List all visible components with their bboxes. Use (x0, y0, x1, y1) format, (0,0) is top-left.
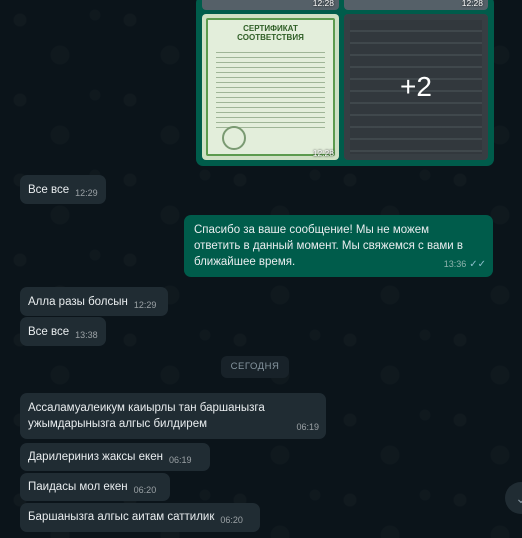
message-text: Алла разы болсын (28, 296, 128, 308)
message-text-line: ближайшее время. (194, 256, 296, 268)
message-text: Все все (28, 326, 70, 338)
message-text: Все все (28, 184, 70, 196)
album-thumb-top-right[interactable]: 12:28 (344, 0, 488, 10)
certificate-seal (222, 126, 246, 150)
message-time: 13:36 (443, 259, 467, 269)
message-text: Баршанызга алгыс аитам саттилик (28, 511, 215, 523)
date-divider: СЕГОДНЯ (221, 356, 289, 378)
message-incoming[interactable]: Все все 13:38 (20, 317, 106, 346)
message-incoming[interactable]: Баршанызга алгыс аитам саттилик 06:20 (20, 503, 260, 532)
message-meta: 13:36 ✓✓ (444, 256, 486, 273)
message-time: 06:19 (168, 455, 192, 465)
certificate-text-lines (216, 48, 325, 128)
message-text-line: ужымдарынызга алгыс билдирем (28, 418, 207, 430)
double-check-icon: ✓✓ (469, 259, 486, 270)
message-incoming[interactable]: Все все 12:29 (20, 175, 106, 204)
message-time: 06:19 (296, 422, 319, 432)
more-media-count: +2 (344, 14, 488, 160)
message-text-line: Ассаламуалеикум каиырлы тан баршанызга (28, 402, 265, 414)
message-time: 06:20 (133, 485, 157, 495)
message-time: 12:29 (75, 188, 98, 198)
thumb-time: 12:28 (461, 0, 483, 8)
media-album[interactable]: 12:28 12:28 СЕРТИФИКАТ СООТВЕТСТВИЯ 12:2… (196, 0, 494, 166)
message-incoming[interactable]: Ассаламуалеикум каиырлы тан баршанызга у… (20, 393, 326, 439)
certificate-image[interactable]: СЕРТИФИКАТ СООТВЕТСТВИЯ 12:28 (202, 14, 339, 160)
message-outgoing[interactable]: Спасибо за ваше сообщение! Мы не можем о… (184, 215, 493, 277)
thumb-time: 12:28 (312, 148, 334, 158)
message-text: Паидасы мол екен (28, 481, 128, 493)
album-thumb-more[interactable]: +2 (344, 14, 488, 160)
chevron-down-icon: ⌄ (515, 490, 522, 506)
message-incoming[interactable]: Алла разы болсын 12:29 (20, 287, 168, 316)
album-thumb-top-left[interactable]: 12:28 (202, 0, 339, 10)
certificate-title: СЕРТИФИКАТ СООТВЕТСТВИЯ (237, 24, 304, 42)
message-time: 12:29 (133, 300, 157, 310)
message-incoming[interactable]: Дарилериниз жаксы екен 06:19 (20, 443, 210, 471)
message-text: Дарилериниз жаксы екен (28, 451, 163, 463)
thumb-time: 12:28 (312, 0, 334, 8)
message-incoming[interactable]: Паидасы мол екен 06:20 (20, 473, 170, 501)
message-text-line: ответить в данный момент. Мы свяжемся с … (194, 240, 464, 252)
message-time: 13:38 (75, 330, 98, 340)
message-text-line: Спасибо за ваше сообщение! Мы не можем (194, 224, 430, 236)
message-time: 06:20 (220, 515, 243, 525)
